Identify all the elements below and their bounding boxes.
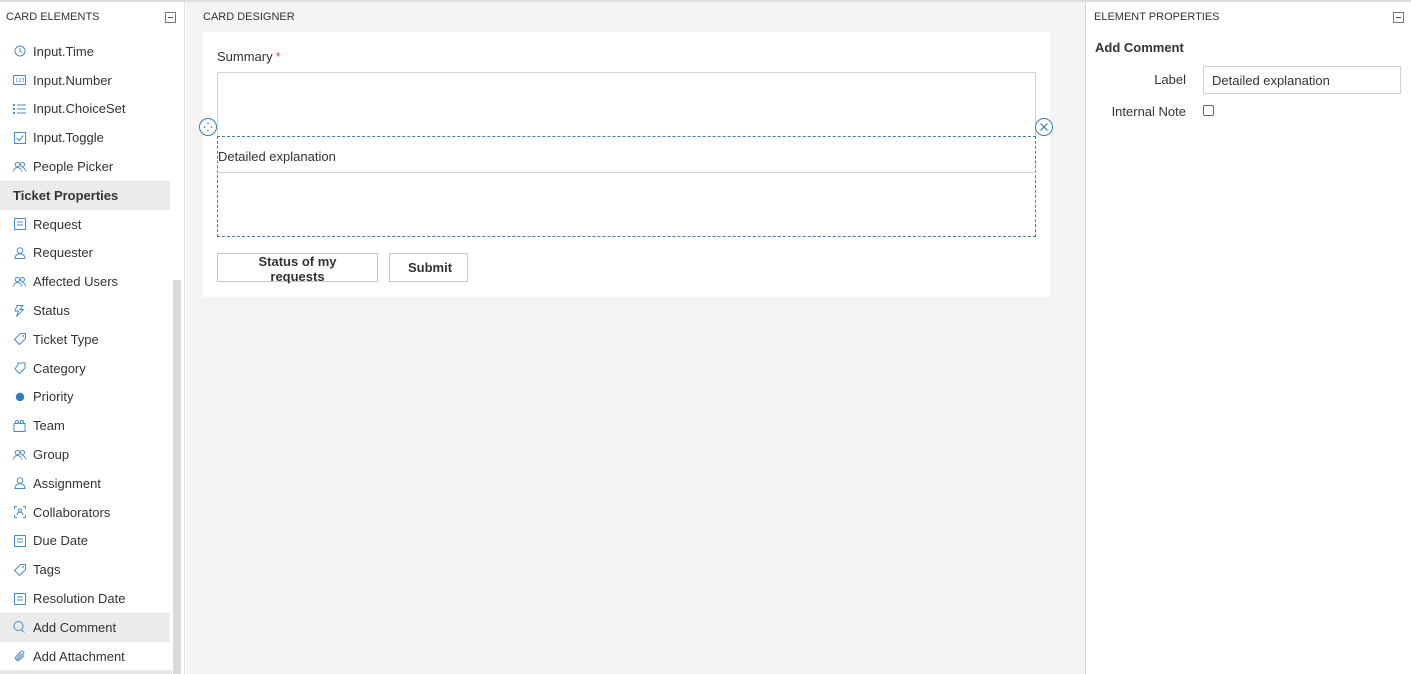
element-item-people-picker[interactable]: People Picker xyxy=(0,152,170,181)
card-elements-header: CARD ELEMENTS xyxy=(0,2,184,32)
element-item-label: Group xyxy=(33,447,70,463)
element-item-ticket-type[interactable]: Ticket Type xyxy=(0,325,170,354)
element-item-label: Input.Time xyxy=(33,43,94,59)
selected-element-add-comment[interactable]: Detailed explanation xyxy=(217,136,1036,237)
card-elements-title: CARD ELEMENTS xyxy=(6,11,100,23)
element-item-label: Ticket Type xyxy=(33,331,99,347)
element-item-collaborators[interactable]: Collaborators xyxy=(0,498,170,527)
category-icon xyxy=(13,362,26,375)
element-item-label: Input.Number xyxy=(33,72,112,88)
people-icon xyxy=(13,448,26,461)
team-icon xyxy=(13,419,26,432)
element-properties-title: ELEMENT PROPERTIES xyxy=(1094,11,1220,23)
element-item-label: Category xyxy=(33,360,86,376)
remove-element-icon[interactable] xyxy=(1035,118,1053,136)
summary-textarea[interactable] xyxy=(217,72,1036,138)
element-item-input-number[interactable]: 123 Input.Number xyxy=(0,66,170,95)
element-item-label: Status xyxy=(33,303,70,319)
label-field-label: Label xyxy=(1154,72,1186,87)
card-elements-panel: CARD ELEMENTS Input.Time 123 Input.Numbe… xyxy=(0,2,185,674)
element-item-tags[interactable]: Tags xyxy=(0,555,170,584)
people-icon xyxy=(13,275,26,288)
tag-icon xyxy=(13,563,26,576)
element-item-label: Assignment xyxy=(33,475,101,491)
element-item-group[interactable]: Group xyxy=(0,440,170,469)
element-item-label: Resolution Date xyxy=(33,591,126,607)
element-item-add-attachment[interactable]: Add Attachment xyxy=(0,642,170,671)
calendar-icon xyxy=(13,592,26,605)
internal-note-field-label: Internal Note xyxy=(1111,104,1186,119)
svg-text:123: 123 xyxy=(15,78,25,84)
element-item-add-comment[interactable]: Add Comment xyxy=(0,612,170,642)
detailed-explanation-textarea[interactable] xyxy=(217,172,1036,237)
left-panel-bottom-strip xyxy=(0,670,172,674)
element-item-label: Team xyxy=(33,418,65,434)
collaborators-icon xyxy=(13,506,26,519)
clock-icon xyxy=(13,45,26,58)
person-icon xyxy=(13,246,26,259)
list-icon xyxy=(13,102,26,115)
selected-element-title: Add Comment xyxy=(1095,40,1184,55)
element-item-input-choiceset[interactable]: Input.ChoiceSet xyxy=(0,95,170,124)
element-item-label: Affected Users xyxy=(33,274,119,290)
summary-label-text: Summary xyxy=(217,49,273,64)
status-of-my-requests-button[interactable]: Status of my requests xyxy=(217,253,378,284)
tag-icon xyxy=(13,333,26,346)
document-icon xyxy=(13,218,26,231)
element-item-label: Due Date xyxy=(33,533,88,549)
people-icon xyxy=(13,160,26,173)
card-elements-list: Input.Time 123 Input.Number Input.Choice… xyxy=(0,37,170,671)
element-item-priority[interactable]: Priority xyxy=(0,383,170,412)
required-mark: * xyxy=(275,49,281,64)
element-item-assignment[interactable]: Assignment xyxy=(0,469,170,498)
element-item-category[interactable]: Category xyxy=(0,354,170,383)
move-handle-icon[interactable] xyxy=(199,118,217,136)
element-item-label: Tags xyxy=(33,562,61,578)
element-properties-header: ELEMENT PROPERTIES xyxy=(1087,2,1411,32)
element-item-label: Add Attachment xyxy=(33,648,125,664)
element-item-input-toggle[interactable]: Input.Toggle xyxy=(0,123,170,152)
element-item-label: Priority xyxy=(33,389,74,405)
element-item-label: Collaborators xyxy=(33,504,111,520)
checkbox-icon xyxy=(13,131,26,144)
element-item-input-time[interactable]: Input.Time xyxy=(0,37,170,66)
submit-button[interactable]: Submit xyxy=(389,253,468,282)
paperclip-icon xyxy=(13,650,26,663)
label-input[interactable] xyxy=(1203,66,1401,94)
element-item-resolution-date[interactable]: Resolution Date xyxy=(0,584,170,613)
element-item-affected-users[interactable]: Affected Users xyxy=(0,267,170,296)
element-item-due-date[interactable]: Due Date xyxy=(0,527,170,556)
card-designer-header: CARD DESIGNER xyxy=(186,2,1085,32)
collapse-card-elements-button[interactable] xyxy=(165,11,176,23)
element-item-team[interactable]: Team xyxy=(0,411,170,440)
element-properties-panel: ELEMENT PROPERTIES Add Comment Label Int… xyxy=(1087,2,1411,674)
person-icon xyxy=(13,477,26,490)
status-icon xyxy=(13,304,26,317)
detailed-explanation-label: Detailed explanation xyxy=(218,149,336,164)
internal-note-checkbox[interactable] xyxy=(1203,105,1214,116)
element-item-label: Input.ChoiceSet xyxy=(33,101,126,117)
calendar-icon xyxy=(13,534,26,547)
card-designer-panel: CARD DESIGNER Summary * Detailed explanat… xyxy=(186,2,1086,674)
card-designer-title: CARD DESIGNER xyxy=(203,11,295,23)
section-ticket-properties: Ticket Properties xyxy=(0,180,170,210)
element-item-label: Requester xyxy=(33,245,93,261)
element-item-requester[interactable]: Requester xyxy=(0,239,170,268)
comment-icon xyxy=(13,621,26,634)
priority-dot-icon xyxy=(13,390,26,403)
collapse-element-properties-button[interactable] xyxy=(1393,11,1404,23)
card-canvas: Summary * Detailed explanation Status of … xyxy=(199,32,1053,297)
element-item-label: Request xyxy=(33,216,82,232)
element-item-label: Input.Toggle xyxy=(33,130,104,146)
summary-label: Summary * xyxy=(217,49,281,64)
element-item-request[interactable]: Request xyxy=(0,210,170,239)
element-item-status[interactable]: Status xyxy=(0,296,170,325)
number-icon: 123 xyxy=(13,74,26,87)
left-panel-scrollbar[interactable] xyxy=(173,280,181,674)
element-item-label: Add Comment xyxy=(33,619,117,635)
element-item-label: People Picker xyxy=(33,159,114,175)
